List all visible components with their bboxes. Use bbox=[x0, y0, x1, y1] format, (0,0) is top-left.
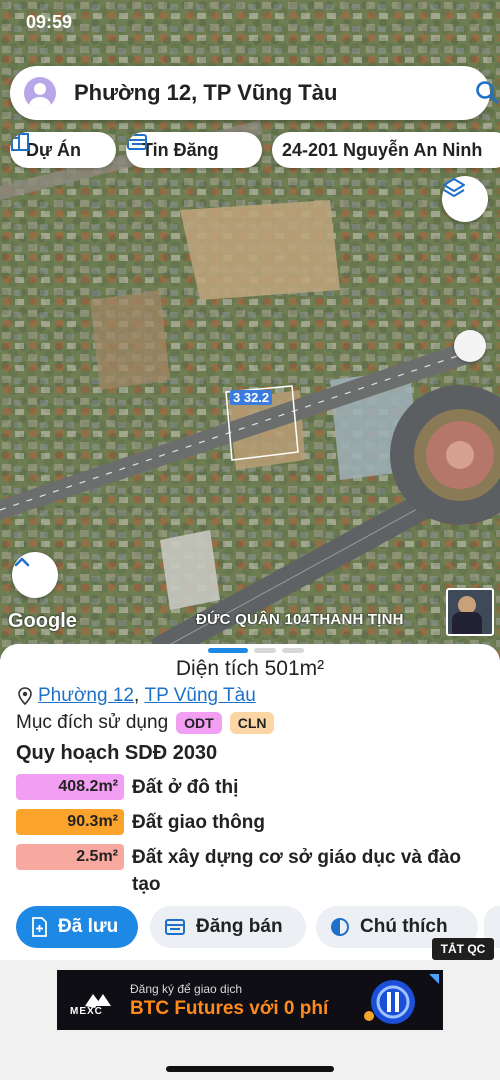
chip-du-an-label: Dự Án bbox=[26, 139, 82, 160]
home-indicator[interactable] bbox=[166, 1066, 334, 1072]
plan-area-label: Đất xây dựng cơ sở giáo dục và đào tạo bbox=[132, 847, 462, 895]
plan-row: 2.5m² Đất xây dựng cơ sở giáo dục và đào… bbox=[16, 844, 472, 898]
bookmark-plus-icon bbox=[30, 917, 48, 937]
badge-cln: CLN bbox=[229, 712, 275, 734]
chip-address[interactable]: 24-201 Nguyễn An Ninh bbox=[272, 132, 500, 168]
location-separator: , bbox=[133, 685, 145, 706]
avatar[interactable] bbox=[24, 77, 56, 109]
layers-button[interactable] bbox=[442, 176, 488, 222]
plan-title: Quy hoạch SDĐ 2030 bbox=[16, 742, 218, 764]
search-bar[interactable]: Phường 12, TP Vũng Tàu bbox=[10, 66, 499, 120]
mexc-logo-icon bbox=[85, 994, 111, 1008]
chip-tin-dang[interactable]: Tin Đăng bbox=[126, 132, 262, 168]
ad-area: MEXC Đăng ký để giao dịch BTC Futures vớ… bbox=[0, 960, 500, 1080]
badge-odt: ODT bbox=[176, 712, 222, 734]
post-sale-button[interactable]: Đăng bán bbox=[150, 906, 306, 948]
plan-area-value: 2.5m² bbox=[16, 844, 124, 870]
plan-area-label: Đất ở đô thị bbox=[132, 777, 239, 798]
hide-ads-button[interactable]: TẮT QC bbox=[432, 938, 494, 960]
parcel-label[interactable]: 3 32.2 bbox=[230, 390, 273, 405]
plan-row: 90.3m² Đất giao thông bbox=[16, 809, 472, 836]
chip-du-an[interactable]: Dự Án bbox=[10, 132, 116, 168]
location-line: Phường 12 , TP Vũng Tàu bbox=[18, 685, 256, 707]
plan-area-label: Đất giao thông bbox=[132, 812, 265, 833]
ward-link[interactable]: Phường 12 bbox=[38, 685, 134, 707]
saved-button[interactable]: Đã lưu bbox=[16, 906, 138, 948]
location-pin-icon bbox=[18, 687, 32, 705]
plan-area-value: 408.2m² bbox=[16, 774, 124, 800]
plan-row: 408.2m² Đất ở đô thị bbox=[16, 774, 472, 801]
search-location-title[interactable]: Phường 12, TP Vũng Tàu bbox=[74, 80, 337, 106]
ad-banner[interactable]: MEXC Đăng ký để giao dịch BTC Futures vớ… bbox=[57, 970, 443, 1030]
coin-icon bbox=[364, 980, 415, 1024]
purpose-label: Mục đích sử dụng bbox=[16, 712, 169, 733]
google-logo: Google bbox=[8, 610, 77, 632]
map-drag-handle[interactable] bbox=[454, 330, 486, 362]
area-text: Diện tích 501m² bbox=[175, 657, 325, 680]
post-sale-label: Đăng bán bbox=[196, 916, 283, 937]
sheet-page-indicator[interactable] bbox=[208, 648, 304, 653]
chip-tin-dang-label: Tin Đăng bbox=[142, 139, 219, 160]
status-time: 09:59 bbox=[26, 12, 73, 32]
ad-headline: BTC Futures với 0 phí bbox=[130, 998, 329, 1019]
map-caption: ĐỨC QUÂN 104THANH TỊNH bbox=[196, 611, 404, 628]
parcel-info-sheet: Diện tích 501m² Phường 12 , TP Vũng Tàu … bbox=[0, 644, 500, 964]
land-use-purpose: Mục đích sử dụng ODT CLN bbox=[16, 712, 275, 734]
half-circle-icon bbox=[330, 917, 350, 937]
city-link[interactable]: TP Vũng Tàu bbox=[145, 685, 256, 707]
plan-area-value: 90.3m² bbox=[16, 809, 124, 835]
ad-brand: MEXC bbox=[70, 1006, 103, 1017]
legend-label: Chú thích bbox=[360, 916, 448, 937]
user-thumbnail[interactable] bbox=[446, 588, 494, 636]
chip-address-label: 24-201 Nguyễn An Ninh bbox=[282, 139, 483, 160]
map-view[interactable]: 09:59 Phường 12, TP Vũng Tàu Dự Án Tin Đ… bbox=[0, 0, 500, 660]
status-bar: 09:59 bbox=[0, 0, 500, 44]
ad-subtitle: Đăng ký để giao dịch bbox=[130, 982, 243, 996]
expand-button[interactable] bbox=[12, 552, 58, 598]
ad-info-icon[interactable] bbox=[427, 972, 441, 986]
listing-icon bbox=[164, 917, 186, 937]
saved-label: Đã lưu bbox=[58, 916, 119, 937]
